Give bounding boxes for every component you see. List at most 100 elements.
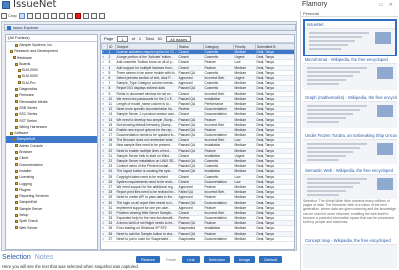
rectangle-icon — [42, 12, 49, 19]
bottom-tabs: Selection Notes — [2, 254, 53, 264]
thumbnail-line — [307, 83, 339, 85]
thumbnail-line — [307, 113, 353, 115]
cursor-icon — [18, 12, 25, 19]
table-cell: We need support for the additional reg..… — [115, 184, 178, 191]
pager-total: 51 — [157, 36, 163, 41]
table-cell: Problem viewing Web Server Sample... — [115, 210, 178, 217]
image-button[interactable]: Image — [234, 256, 256, 263]
text-tool[interactable] — [26, 12, 33, 20]
snapshot-thumbnail — [303, 139, 397, 164]
tab-notes[interactable]: Notes — [35, 254, 53, 264]
table-cell: Sample Server 1.x product version and... — [115, 111, 178, 118]
redo-icon — [98, 12, 105, 19]
thumbnail-line — [307, 71, 360, 73]
color-picker[interactable] — [74, 12, 81, 20]
folder-icon — [15, 207, 19, 211]
flamory-window-controls[interactable]: ▭ ✕ — [379, 2, 395, 8]
restore-button[interactable]: Restore — [136, 256, 161, 263]
tab-selection[interactable]: Selection — [2, 254, 31, 264]
pager-page-input[interactable]: 1 — [117, 35, 128, 42]
folder-icon — [15, 169, 19, 173]
table-cell: Not showing default hierarchy (Samp... — [115, 122, 178, 128]
paste-button[interactable]: Paste — [164, 256, 178, 263]
highlight-tool[interactable] — [58, 12, 65, 20]
snapshot-card[interactable]: Under Frozen Tundra, an Icebreaking Ship… — [303, 132, 397, 164]
folder-tree[interactable]: (All Folders) Sample Systems, Inc. Resear… — [5, 34, 98, 250]
app-window: IssueNet Flamory ▭ ✕ Crop Issue Explorer… — [0, 0, 399, 270]
link-button[interactable]: Link — [182, 256, 200, 263]
crop-tool[interactable]: Crop — [1, 12, 17, 20]
table-row[interactable]: ▪ 37 Need to put in code for 'Suspended'..… — [101, 236, 294, 242]
thumbnail-line — [307, 143, 367, 145]
snapshot-card[interactable]: Concept map - Wikipedia, the free encycl… — [303, 237, 397, 268]
snapshot-window-title: Issue Explorer — [4, 24, 296, 31]
issue-filter-select[interactable]: All Issues — [166, 35, 192, 42]
thumbnail-line — [307, 178, 367, 180]
blur-tool[interactable] — [66, 12, 73, 20]
thumbnail-image — [377, 143, 393, 155]
folder-icon — [10, 49, 14, 53]
flamory-side-panel: Personal IssueNet Microformat - Wikipedia… — [300, 11, 398, 270]
selection-button[interactable]: Selection — [203, 256, 231, 263]
thumbnail-line — [307, 109, 360, 111]
undo-button[interactable] — [90, 12, 97, 20]
snapshot-card[interactable]: IssueNet — [303, 19, 397, 57]
thumbnail-line — [307, 159, 339, 161]
tree-filter-select[interactable]: (All Folders) — [6, 35, 97, 42]
arrow-tool[interactable] — [34, 12, 41, 20]
default-button[interactable]: Default — [259, 256, 282, 263]
table-cell: A large portion of the 'Activate' button… — [115, 54, 178, 61]
redo-button[interactable] — [98, 12, 105, 20]
table-cell: Enable new export options for the rep... — [115, 127, 178, 134]
line-width-tool[interactable] — [82, 12, 89, 20]
app-title: IssueNet — [13, 0, 57, 10]
blur-icon — [66, 12, 73, 19]
toolbar: Crop — [0, 11, 298, 20]
thumbnail-line — [307, 117, 346, 119]
thumbnail-line — [309, 44, 348, 46]
rectangle-tool[interactable] — [42, 12, 49, 20]
table-cell: Need to create API to pass data to the..… — [115, 194, 178, 201]
tree-item-label: Web Server — [19, 225, 38, 230]
snapshot-card[interactable]: Microformat - Wikipedia, the free encycl… — [303, 56, 397, 90]
folder-icon — [15, 226, 19, 230]
action-buttons: Restore Paste Link Selection Image Defau… — [136, 256, 282, 263]
thumbnail-line — [309, 48, 341, 50]
folder-icon — [17, 75, 21, 79]
pager-pages: 1 — [138, 36, 142, 41]
snapshot-thumbnail — [303, 101, 397, 128]
table-cell: Select preview section of text, click P.… — [115, 75, 178, 82]
snapshot-card[interactable]: Semantic Web - Wikipedia, the free encyc… — [303, 167, 397, 199]
folder-icon — [15, 106, 19, 110]
crop-icon — [1, 12, 7, 19]
snapshot-card[interactable]: Graph (mathematics) - Wikipedia, the fre… — [303, 94, 397, 128]
snapshot-window-title-text: Issue Explorer — [13, 25, 39, 30]
folder-icon — [17, 81, 21, 85]
table-cell: The Browser does not remember wind... — [115, 137, 178, 144]
text-icon — [26, 12, 33, 19]
thumbnail-line — [307, 182, 360, 184]
folder-icon — [15, 213, 19, 217]
thumbnail-line — [307, 155, 346, 157]
tree-item[interactable]: Web Server — [6, 225, 97, 231]
arrow-icon — [34, 12, 41, 19]
table-cell: The login on all report files needs to b… — [115, 199, 178, 206]
table-cell: There seems to be some trouble with th..… — [115, 70, 178, 76]
table-cell: New sample files need to be present... — [115, 142, 178, 149]
cursor-tool[interactable] — [18, 12, 25, 20]
snapshot-thumbnail — [303, 244, 397, 268]
table-cell: Implement support for one per-user... — [115, 205, 178, 211]
folder-icon — [15, 219, 19, 223]
issue-grid: Page 1 of 1 Total 51 All Issues ID Subjec… — [100, 34, 295, 250]
table-cell: Medium — [233, 236, 256, 242]
table-cell: Fields in document window do not ex... — [115, 91, 178, 97]
folder-icon — [10, 131, 14, 135]
table-cell: Documentation needs to be updated fo... — [115, 132, 178, 139]
ellipse-tool[interactable] — [50, 12, 57, 20]
folder-icon — [15, 100, 19, 104]
thumbnail-line — [307, 186, 353, 188]
title-bar: IssueNet Flamory ▭ ✕ — [0, 0, 399, 10]
table-cell: Add cosmetic Toolbar icons on all of p..… — [115, 59, 178, 66]
folder-icon — [15, 194, 19, 198]
folder-icon — [15, 87, 19, 91]
